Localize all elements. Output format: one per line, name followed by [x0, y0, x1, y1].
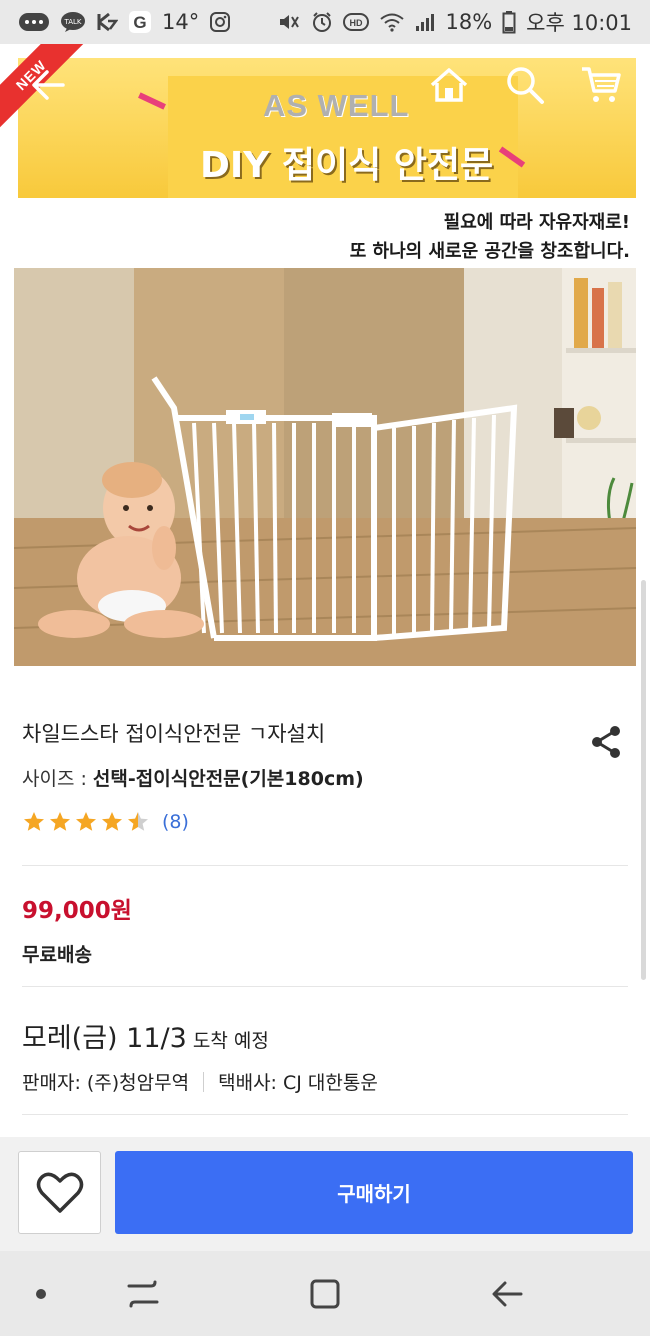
tagline-line2: 또 하나의 새로운 공간을 창조합니다.	[349, 241, 630, 262]
option-label: 사이즈 :	[22, 768, 93, 790]
divider	[22, 865, 628, 866]
shipping-info: 무료배송	[22, 944, 92, 966]
star-full-icon	[50, 812, 70, 831]
heart-icon	[36, 1172, 83, 1213]
kakaotalk-icon: TALK	[60, 11, 86, 33]
divider	[22, 1114, 628, 1115]
search-button[interactable]	[502, 62, 548, 108]
seller-name: 판매자: (주)청암무역	[22, 1072, 190, 1094]
scrollbar[interactable]	[641, 580, 646, 980]
home-button[interactable]	[426, 62, 472, 108]
home-icon	[430, 68, 468, 102]
battery-icon	[502, 10, 516, 34]
app-k-icon	[96, 11, 118, 33]
wifi-icon	[379, 11, 405, 33]
arrival-label: 도착 예정	[186, 1030, 269, 1052]
svg-text:G: G	[133, 13, 146, 32]
buy-button[interactable]: 구매하기	[115, 1151, 633, 1234]
separator	[203, 1071, 205, 1092]
alarm-icon	[311, 11, 333, 33]
svg-text:HD: HD	[350, 18, 363, 28]
rating-row[interactable]: (8)	[22, 810, 189, 834]
banner-brand: AS WELL	[263, 88, 410, 123]
product-hero: AS WELL DIY 접이식 안전문 NEW 필요에 따라 자유자재로! 또 …	[0, 44, 650, 696]
share-button[interactable]	[584, 720, 628, 764]
price: 99,000원	[22, 898, 132, 924]
star-half-icon	[128, 812, 148, 831]
back-button[interactable]	[26, 62, 72, 108]
arrival-date: 모레(금) 11/3	[22, 1023, 187, 1054]
review-count-link[interactable]: (8)	[162, 811, 189, 833]
sparkle-decoration	[138, 92, 166, 110]
product-detail-screen: TALK G 14° HD 18% 오후 10:01 AS WELL DIY 접…	[0, 0, 650, 1336]
purchase-action-bar: 구매하기	[0, 1137, 650, 1251]
dot-icon	[36, 1289, 46, 1299]
product-title: 차일드스타 접이식안전문 ㄱ자설치	[22, 722, 326, 746]
home-square-icon	[310, 1279, 340, 1309]
signal-icon	[415, 11, 435, 33]
mute-icon	[277, 11, 301, 33]
status-bar: TALK G 14° HD 18% 오후 10:01	[0, 0, 650, 44]
cart-button[interactable]	[578, 62, 624, 108]
hd-voice-icon: HD	[343, 12, 370, 32]
product-photo	[14, 268, 636, 666]
option-value: 선택-접이식안전문(기본180cm)	[92, 768, 364, 790]
instagram-icon	[209, 11, 231, 33]
seller-row: 판매자: (주)청암무역 택배사: CJ 대한통운	[22, 1068, 378, 1095]
recent-apps-icon	[127, 1280, 159, 1308]
app-g-icon: G	[128, 10, 152, 34]
temperature-text: 14°	[162, 10, 200, 34]
courier-name: 택배사: CJ 대한통운	[218, 1072, 378, 1094]
divider	[22, 986, 628, 987]
back-nav-button[interactable]	[482, 1269, 532, 1319]
share-icon	[592, 726, 620, 758]
star-full-icon	[102, 812, 122, 831]
star-full-icon	[24, 812, 44, 831]
back-nav-icon	[492, 1281, 523, 1307]
system-navigation-bar	[0, 1251, 650, 1336]
messages-icon	[18, 11, 50, 33]
star-full-icon	[76, 812, 96, 831]
nav-dot-button[interactable]	[16, 1269, 66, 1319]
arrival-estimate: 모레(금) 11/3 도착 예정	[22, 1016, 269, 1055]
search-icon	[507, 67, 544, 104]
recent-apps-button[interactable]	[118, 1269, 168, 1319]
tagline-line1: 필요에 따라 자유자재로!	[443, 212, 630, 233]
battery-text: 18%	[445, 10, 493, 34]
svg-text:TALK: TALK	[63, 18, 81, 26]
banner-title: DIY 접이식 안전문	[200, 145, 494, 186]
cart-icon	[582, 67, 621, 102]
wishlist-button[interactable]	[18, 1151, 101, 1234]
home-nav-button[interactable]	[300, 1269, 350, 1319]
back-arrow-icon	[32, 70, 65, 100]
option-row: 사이즈 : 선택-접이식안전문(기본180cm)	[22, 764, 364, 791]
clock-text: 오후 10:01	[526, 11, 632, 35]
